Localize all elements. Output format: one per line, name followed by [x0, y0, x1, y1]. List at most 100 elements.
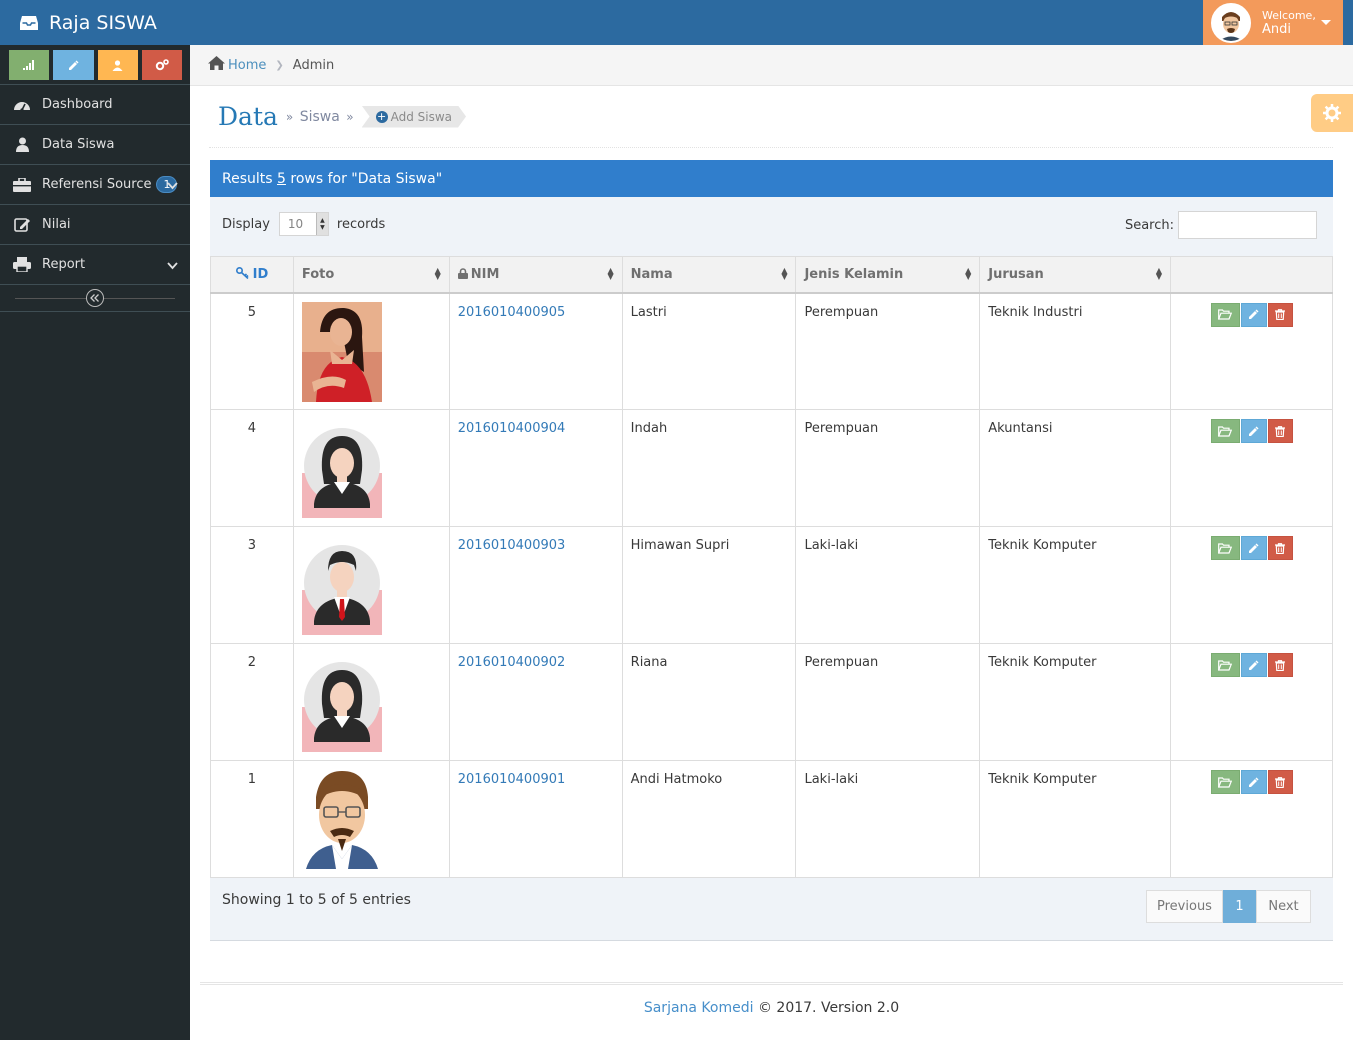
user-menu[interactable]: Welcome, Andi: [1203, 0, 1343, 45]
edit-button[interactable]: [1240, 419, 1267, 443]
ace-settings-button[interactable]: [1311, 94, 1353, 132]
cell-actions: [1170, 292, 1333, 410]
nim-link[interactable]: 2016010400902: [458, 655, 566, 670]
delete-button[interactable]: [1267, 302, 1293, 327]
sort-icon: ▲ ▼: [434, 266, 441, 281]
records-per-page-select[interactable]: 10 ▲ ▼: [278, 212, 329, 236]
column-header-label: NIM: [470, 266, 500, 282]
page-1-button[interactable]: 1: [1223, 890, 1256, 923]
column-header-jenis-kelamin[interactable]: Jenis Kelamin ▲ ▼: [795, 256, 981, 294]
results-header: Results 5 rows for "Data Siswa": [210, 160, 1333, 197]
double-angle-left-icon: [90, 294, 99, 302]
cell-actions: [1170, 760, 1333, 878]
shortcut-settings-button[interactable]: [141, 50, 182, 80]
cell-jurusan: Teknik Industri: [979, 292, 1172, 410]
cell-jurusan: Teknik Komputer: [979, 760, 1172, 878]
column-header-label: ID: [252, 266, 269, 282]
trash-icon: [1275, 542, 1286, 554]
add-siswa-button[interactable]: + Add Siswa: [362, 106, 466, 128]
folder-open-icon: [1218, 542, 1233, 554]
cell-jurusan: Akuntansi: [979, 409, 1172, 527]
view-button[interactable]: [1210, 302, 1240, 327]
column-header-label: Jenis Kelamin: [804, 266, 904, 282]
caret-down-icon: [1321, 20, 1331, 25]
sidebar-item-nilai[interactable]: Nilai: [0, 205, 190, 245]
page-subtitle-text: Siswa: [299, 108, 340, 125]
cell-nama: Andi Hatmoko: [621, 760, 797, 878]
trash-icon: [1275, 776, 1286, 788]
edit-button[interactable]: [1240, 536, 1267, 560]
cogs-icon: [155, 59, 169, 71]
breadcrumb: Home ❯ Admin: [190, 45, 1353, 86]
edit-button[interactable]: [1240, 770, 1267, 794]
sidebar: Dashboard Data Siswa Referensi Source 1 …: [0, 45, 190, 1040]
table-info: Showing 1 to 5 of 5 entries: [222, 892, 411, 908]
results-count: 5: [277, 170, 286, 187]
delete-button[interactable]: [1267, 419, 1293, 443]
breadcrumb-current: Admin: [292, 57, 335, 73]
nim-link[interactable]: 2016010400903: [458, 538, 566, 553]
sidebar-item-dashboard[interactable]: Dashboard: [0, 85, 190, 125]
view-button[interactable]: [1210, 536, 1240, 560]
column-header-nama[interactable]: Nama ▲ ▼: [621, 256, 797, 294]
chevron-down-icon: [167, 259, 178, 274]
column-header-jurusan[interactable]: Jurusan ▲ ▼: [979, 256, 1172, 294]
trash-icon: [1275, 425, 1286, 437]
row-actions: [1179, 653, 1324, 677]
pencil-icon: [1249, 425, 1259, 436]
gear-icon: [1323, 104, 1341, 122]
folder-open-icon: [1218, 776, 1233, 788]
delete-button[interactable]: [1267, 536, 1293, 560]
search-label: Search:: [1124, 217, 1174, 233]
table-row: 5 2016010400905 Lastri Perempuan Teknik …: [210, 292, 1333, 410]
cell-id: 1: [210, 760, 294, 878]
column-header-id[interactable]: ID: [210, 256, 294, 294]
row-actions: [1179, 536, 1324, 560]
cell-nim: 2016010400903: [448, 526, 623, 644]
sort-icon: ▲ ▼: [607, 266, 614, 281]
previous-page-button[interactable]: Previous: [1146, 890, 1223, 923]
view-button[interactable]: [1210, 653, 1240, 677]
key-icon: [235, 266, 249, 279]
pencil-icon: [1249, 659, 1259, 670]
sidebar-item-referensi-source[interactable]: Referensi Source 1: [0, 165, 190, 205]
next-page-button[interactable]: Next: [1256, 890, 1311, 923]
cell-foto: [292, 643, 450, 761]
nim-link[interactable]: 2016010400905: [458, 305, 566, 320]
breadcrumb-home-link[interactable]: Home: [228, 58, 266, 73]
shortcut-users-button[interactable]: [97, 50, 138, 80]
cell-nama: Himawan Supri: [621, 526, 797, 644]
sidebar-collapse-button[interactable]: [86, 289, 104, 307]
footer-text: © 2017. Version 2.0: [757, 1000, 900, 1016]
sidebar-item-data-siswa[interactable]: Data Siswa: [0, 125, 190, 165]
edit-button[interactable]: [1240, 653, 1267, 677]
cell-id: 2: [210, 643, 294, 761]
sidebar-item-report[interactable]: Report: [0, 245, 190, 285]
table-row: 4 2016010400904 Indah Perempuan Akuntans…: [210, 409, 1333, 527]
column-header-actions: [1170, 256, 1333, 294]
shortcut-edit-button[interactable]: [53, 50, 94, 80]
search-input[interactable]: [1178, 211, 1317, 239]
delete-button[interactable]: [1267, 653, 1293, 677]
shortcut-stats-button[interactable]: [9, 50, 50, 80]
cell-id: 3: [210, 526, 294, 644]
column-header-label: Foto: [301, 266, 335, 282]
double-angle-right-icon: »: [346, 109, 354, 124]
results-suffix: rows for "Data Siswa": [290, 170, 443, 187]
column-header-foto[interactable]: Foto ▲ ▼: [292, 256, 450, 294]
page-header: Data » Siswa » + Add Siswa: [209, 86, 1333, 148]
welcome-label: Welcome,: [1262, 8, 1316, 22]
edit-button[interactable]: [1240, 302, 1267, 327]
student-photo: [301, 418, 382, 518]
brand[interactable]: Raja SISWA: [20, 0, 157, 45]
view-button[interactable]: [1210, 770, 1240, 794]
view-button[interactable]: [1210, 419, 1240, 443]
nim-link[interactable]: 2016010400901: [458, 772, 566, 787]
row-actions: [1179, 419, 1324, 443]
sidebar-item-label: Referensi Source: [42, 177, 152, 192]
nim-link[interactable]: 2016010400904: [458, 421, 566, 436]
delete-button[interactable]: [1267, 770, 1293, 794]
cell-jenis-kelamin: Perempuan: [795, 292, 981, 410]
column-header-nim[interactable]: NIM ▲ ▼: [448, 256, 623, 294]
print-icon: [12, 257, 32, 272]
